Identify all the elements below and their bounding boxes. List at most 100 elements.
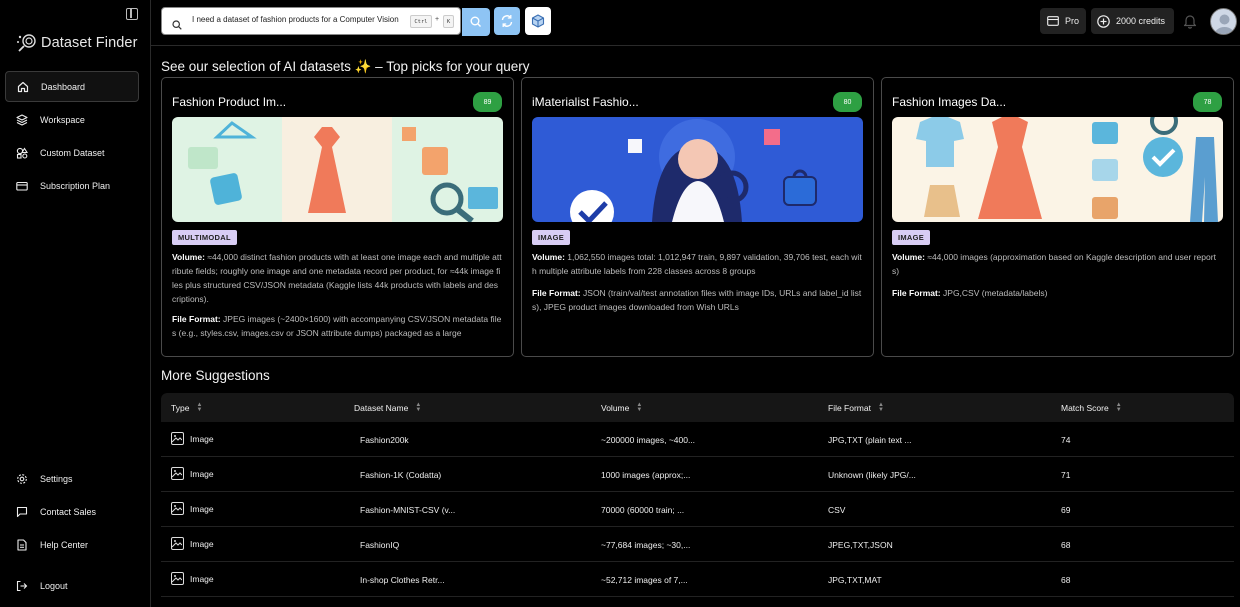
card-volume: Volume: ≈44,000 distinct fashion product… — [172, 250, 502, 306]
card-title: Fashion Product Im... — [172, 95, 287, 109]
user-avatar[interactable] — [1210, 8, 1237, 35]
dataset-name-cell[interactable]: Fashion-MNIST-CSV (v... — [360, 505, 455, 515]
table-row[interactable]: Image FashionIQ ~77,684 images; ~30,... … — [161, 527, 1234, 562]
type-badge: IMAGE — [892, 230, 931, 245]
shortcut-k-key: K — [443, 15, 454, 28]
sort-icon: ▲ ▼ — [415, 402, 422, 413]
sidebar-item-settings[interactable]: Settings — [5, 463, 139, 494]
volume-label: Volume: — [172, 252, 205, 262]
sidebar-item-contact-sales[interactable]: Contact Sales — [5, 496, 139, 527]
sidebar-item-custom-dataset[interactable]: Custom Dataset — [5, 137, 139, 168]
image-icon — [171, 467, 184, 480]
table-row[interactable]: Image In-shop Clothes Retr... ~52,712 im… — [161, 562, 1234, 597]
column-header-type[interactable]: Type ▲ ▼ — [171, 402, 203, 413]
shapes-icon — [16, 146, 28, 159]
gear-icon — [16, 473, 28, 485]
card-volume: Volume: 1,062,550 images total: 1,012,94… — [532, 250, 862, 278]
table-row[interactable]: Image Fashion200k ~200000 images, ~400..… — [161, 422, 1234, 457]
credits-label: 2000 credits — [1116, 16, 1166, 26]
volume-cell: 1000 images (approx;... — [601, 470, 691, 480]
shortcut-plus: + — [435, 16, 440, 23]
dataset-card[interactable]: iMaterialist Fashio... 80 IMAGE Volume: … — [521, 77, 874, 357]
suggestions-table: Type ▲ ▼ Dataset Name ▲ ▼ Volume ▲ ▼ File Form… — [161, 393, 1234, 607]
column-header-match-score[interactable]: Match Score ▲ ▼ — [1061, 402, 1122, 413]
table-header: Type ▲ ▼ Dataset Name ▲ ▼ Volume ▲ ▼ File Form… — [161, 393, 1234, 422]
column-header-file-format[interactable]: File Format ▲ ▼ — [828, 402, 884, 413]
sort-icon: ▲ ▼ — [1115, 402, 1122, 413]
sidebar-item-label: Logout — [40, 580, 68, 591]
card-illustration — [532, 117, 863, 222]
match-score-badge: 80 — [833, 92, 862, 112]
logo[interactable]: Dataset Finder — [16, 33, 138, 53]
sort-icon: ▲ ▼ — [636, 402, 643, 413]
plus-circle-icon — [1097, 14, 1110, 28]
sidebar-item-logout[interactable]: Logout — [5, 570, 139, 601]
top-bar: I need a dataset of fashion products for… — [151, 0, 1240, 46]
dataset-card[interactable]: Fashion Images Da... 78 IMAGE Volume: ≈4… — [881, 77, 1234, 357]
sidebar-item-label: Dashboard — [41, 81, 86, 92]
column-header-volume[interactable]: Volume ▲ ▼ — [601, 402, 643, 413]
dataset-name-cell[interactable]: In-shop Clothes Retr... — [360, 575, 445, 585]
home-icon — [17, 81, 29, 93]
search-input[interactable]: I need a dataset of fashion products for… — [192, 15, 404, 24]
volume-cell: ~200000 images, ~400... — [601, 435, 696, 445]
match-score-cell: 68 — [1061, 575, 1071, 585]
sort-icon: ▲ ▼ — [196, 402, 203, 413]
dataset-cube-button[interactable] — [525, 7, 551, 35]
column-header-dataset-name[interactable]: Dataset Name ▲ ▼ — [354, 402, 422, 413]
card-file-format: File Format: JPEG images (~2400×1600) wi… — [172, 312, 502, 342]
type-cell: Image — [171, 502, 214, 515]
credits-button[interactable]: 2000 credits — [1091, 8, 1174, 34]
logout-icon — [16, 580, 28, 592]
file-format-cell: JPG,TXT (plain text ... — [828, 435, 912, 445]
sidebar: Dataset Finder Dashboard Workspace Custo… — [0, 0, 151, 607]
dataset-name-cell[interactable]: Fashion200k — [360, 435, 409, 445]
card-volume: Volume: ≈44,000 images (approximation ba… — [892, 250, 1222, 278]
sidebar-item-dashboard[interactable]: Dashboard — [5, 71, 139, 102]
card-title: iMaterialist Fashio... — [532, 95, 639, 109]
match-score-cell: 74 — [1061, 435, 1071, 445]
more-suggestions-title: More Suggestions — [161, 368, 270, 383]
file-format-cell: CSV — [828, 505, 846, 515]
file-format-cell: JPG,TXT,MAT — [828, 575, 882, 585]
sidebar-item-workspace[interactable]: Workspace — [5, 104, 139, 135]
layers-icon — [16, 113, 28, 126]
dataset-name-cell[interactable]: Fashion-1K (Codatta) — [360, 470, 441, 480]
sidebar-collapse-icon[interactable] — [126, 8, 138, 20]
match-score-badge: 78 — [1193, 92, 1222, 112]
format-label: File Format: — [172, 314, 221, 324]
sidebar-item-label: Contact Sales — [40, 506, 97, 517]
file-format-cell: JPEG,TXT,JSON — [828, 540, 893, 550]
card-icon — [1047, 16, 1059, 26]
dataset-card[interactable]: Fashion Product Im... 89 MULTIMODAL Volu… — [161, 77, 514, 357]
app-title: Dataset Finder — [41, 35, 138, 51]
volume-value: ≈44,000 images (approximation based on K… — [892, 252, 1216, 276]
refresh-button[interactable] — [494, 7, 520, 35]
file-format-cell: Unknown (likely JPG/... — [828, 470, 916, 480]
chat-icon — [16, 506, 28, 518]
sidebar-item-label: Settings — [40, 473, 73, 484]
dataset-name-cell[interactable]: FashionIQ — [360, 540, 399, 550]
volume-cell: ~77,684 images; ~30,... — [601, 540, 691, 550]
refresh-icon — [501, 15, 513, 27]
section-title: See our selection of AI datasets ✨ – Top… — [161, 59, 530, 74]
volume-cell: ~52,712 images of 7,... — [601, 575, 688, 585]
table-row[interactable]: Image Fashion-1K (Codatta) 1000 images (… — [161, 457, 1234, 492]
pro-plan-button[interactable]: Pro — [1040, 8, 1086, 34]
format-value: JPG,CSV (metadata/labels) — [943, 288, 1048, 298]
notification-bell-icon[interactable] — [1183, 13, 1197, 29]
table-row[interactable]: Image Fashion-MNIST-CSV (v... 70000 (600… — [161, 492, 1234, 527]
avatar-icon — [1214, 14, 1235, 34]
sidebar-item-label: Help Center — [40, 539, 89, 550]
type-badge: MULTIMODAL — [172, 230, 237, 245]
search-submit-button[interactable] — [462, 8, 490, 36]
sidebar-item-help-center[interactable]: Help Center — [5, 529, 139, 560]
format-label: File Format: — [532, 288, 581, 298]
format-value: JPEG images (~2400×1600) with accompanyi… — [172, 314, 502, 338]
logo-icon — [16, 33, 37, 53]
sort-icon: ▲ ▼ — [877, 402, 884, 413]
sidebar-item-label: Subscription Plan — [40, 180, 111, 191]
sidebar-item-subscription-plan[interactable]: Subscription Plan — [5, 170, 139, 201]
shortcut-ctrl-key: Ctrl — [410, 15, 432, 28]
document-icon — [16, 538, 28, 551]
